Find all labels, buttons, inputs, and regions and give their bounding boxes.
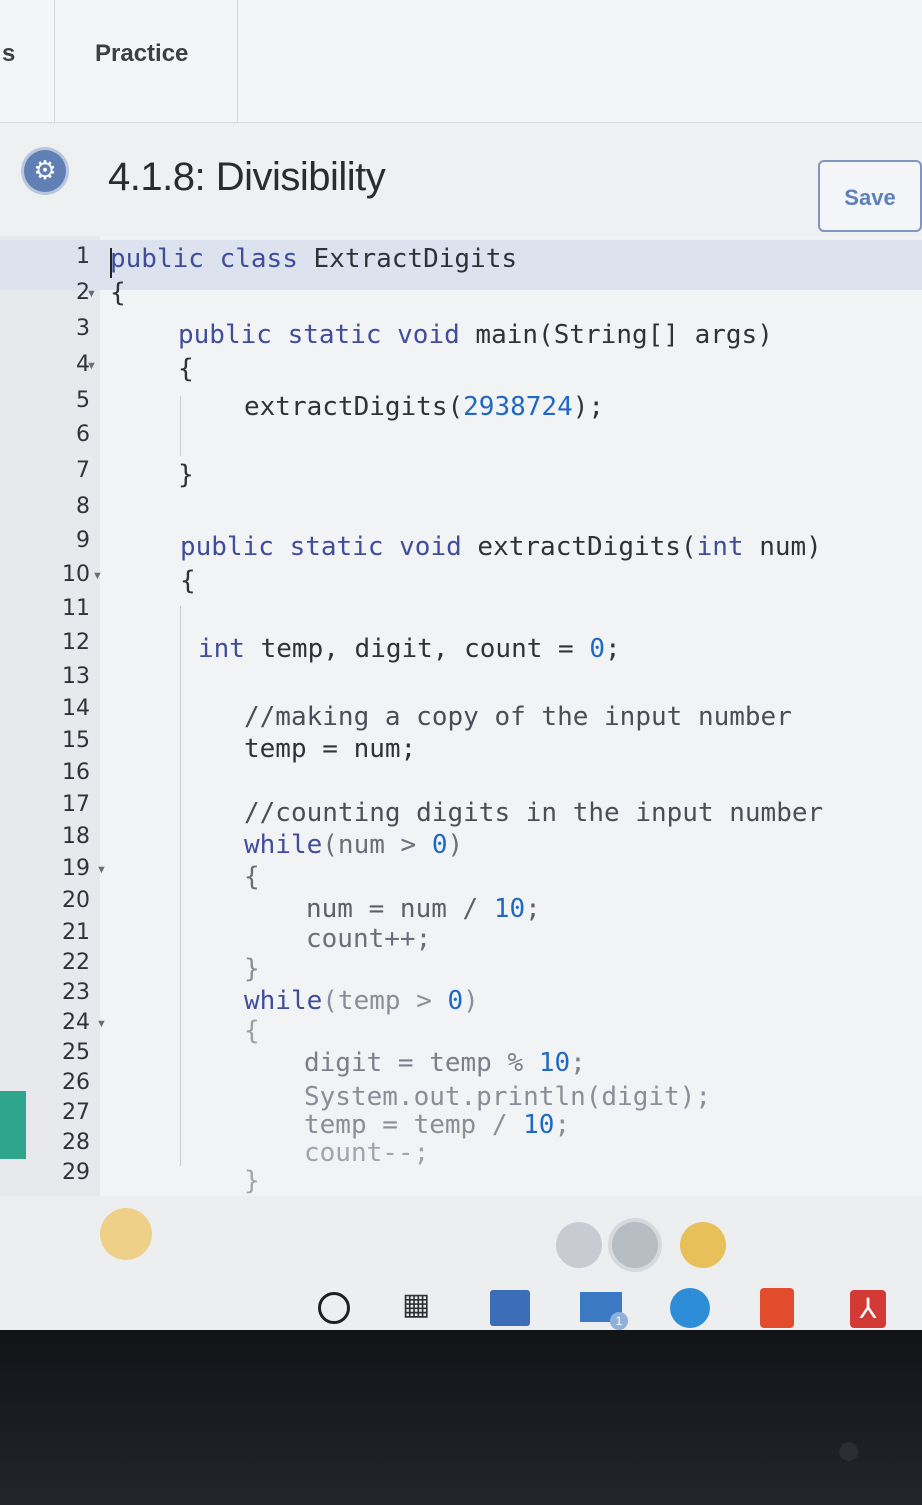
line-number: 24 xyxy=(62,1010,90,1035)
store-icon[interactable] xyxy=(490,1290,530,1326)
fold-arrow-icon[interactable]: ▼ xyxy=(86,288,97,300)
tab-previous[interactable]: s xyxy=(0,0,55,122)
code-line[interactable]: } xyxy=(244,954,260,984)
code-line[interactable]: while(temp > 0) xyxy=(244,986,479,1016)
screen: s Practice ⚙ 4.1.8: Divisibility Save 1 … xyxy=(0,0,922,1330)
mail-badge: 1 xyxy=(610,1312,628,1330)
code-line[interactable]: public static void main(String[] args) xyxy=(178,320,773,350)
line-number: 26 xyxy=(62,1070,90,1095)
code-line[interactable]: count++; xyxy=(306,924,431,954)
office-icon[interactable] xyxy=(760,1288,794,1328)
line-number: 4 xyxy=(76,352,90,377)
line-number: 17 xyxy=(62,792,90,817)
page-title: 4.1.8: Divisibility xyxy=(108,155,386,199)
task-view-icon[interactable]: ▦ xyxy=(402,1288,436,1322)
line-number: 5 xyxy=(76,388,90,413)
line-number: 29 xyxy=(62,1160,90,1185)
scroll-indicator[interactable] xyxy=(100,1208,152,1260)
line-number: 21 xyxy=(62,920,90,945)
line-number: 8 xyxy=(76,494,90,519)
line-number: 27 xyxy=(62,1100,90,1125)
indent-guide xyxy=(180,396,181,456)
fold-arrow-icon[interactable]: ▼ xyxy=(96,1018,107,1030)
code-line[interactable]: //counting digits in the input number xyxy=(244,798,823,828)
tool-icon[interactable] xyxy=(612,1222,658,1268)
indent-guide xyxy=(180,606,181,1166)
line-number: 12 xyxy=(62,630,90,655)
edge-icon[interactable] xyxy=(670,1288,710,1328)
line-number: 19 xyxy=(62,856,90,881)
code-line[interactable]: int temp, digit, count = 0; xyxy=(198,634,621,664)
code-line[interactable]: { xyxy=(244,1016,260,1046)
settings-icon[interactable]: ⚙ xyxy=(24,150,66,192)
tab-practice[interactable]: Practice xyxy=(55,0,238,122)
fold-arrow-icon[interactable]: ▼ xyxy=(86,360,97,372)
code-line[interactable]: //making a copy of the input number xyxy=(244,702,792,732)
line-number: 9 xyxy=(76,528,90,553)
code-line[interactable]: extractDigits(2938724); xyxy=(244,392,604,422)
brand-logo: ● xyxy=(835,1425,862,1474)
tab-strip: s Practice xyxy=(0,0,922,123)
code-line[interactable]: { xyxy=(180,566,196,596)
line-number: 18 xyxy=(62,824,90,849)
save-button[interactable]: Save xyxy=(818,160,922,232)
line-number: 16 xyxy=(62,760,90,785)
line-number: 28 xyxy=(62,1130,90,1155)
line-number: 25 xyxy=(62,1040,90,1065)
line-number: 23 xyxy=(62,980,90,1005)
line-number: 15 xyxy=(62,728,90,753)
code-line[interactable]: System.out.println(digit); xyxy=(304,1082,711,1112)
monitor-bezel: ● xyxy=(0,1330,922,1505)
code-line[interactable]: { xyxy=(244,862,260,892)
pdf-icon[interactable]: ⅄ xyxy=(850,1290,886,1328)
code-line[interactable]: digit = temp % 10; xyxy=(304,1048,586,1078)
tool-icon[interactable] xyxy=(556,1222,602,1268)
line-number: 14 xyxy=(62,696,90,721)
tool-icon[interactable] xyxy=(680,1222,726,1268)
code-line[interactable]: } xyxy=(178,460,194,490)
code-line[interactable]: temp = temp / 10; xyxy=(304,1110,570,1140)
code-line[interactable]: } xyxy=(244,1166,260,1196)
start-circle-icon[interactable] xyxy=(318,1292,350,1324)
line-number: 22 xyxy=(62,950,90,975)
line-number: 3 xyxy=(76,316,90,341)
tab-practice-label: Practice xyxy=(95,40,189,67)
code-line[interactable]: temp = num; xyxy=(244,734,416,764)
line-number: 20 xyxy=(62,888,90,913)
tab-previous-label: s xyxy=(2,40,16,67)
code-line[interactable]: count--; xyxy=(304,1138,429,1168)
line-number: 10 xyxy=(62,562,90,587)
line-number: 11 xyxy=(62,596,90,621)
fold-arrow-icon[interactable]: ▼ xyxy=(92,570,103,582)
code-line[interactable]: { xyxy=(110,278,126,308)
line-number: 13 xyxy=(62,664,90,689)
fold-arrow-icon[interactable]: ▼ xyxy=(96,864,107,876)
code-editor[interactable]: 1 2 3 4 5 6 7 8 9 10 11 12 13 14 15 16 1… xyxy=(0,236,922,1196)
code-line[interactable]: num = num / 10; xyxy=(306,894,541,924)
line-number: 6 xyxy=(76,422,90,447)
taskbar: ▦ 1 ⅄ xyxy=(290,1280,922,1330)
line-number: 1 xyxy=(76,244,90,269)
line-number: 2 xyxy=(76,280,90,305)
code-line[interactable]: public class ExtractDigits xyxy=(110,244,517,274)
code-line[interactable]: while(num > 0) xyxy=(244,830,463,860)
code-line[interactable]: public static void extractDigits(int num… xyxy=(180,532,822,562)
code-line[interactable]: { xyxy=(178,354,194,384)
line-number: 7 xyxy=(76,458,90,483)
